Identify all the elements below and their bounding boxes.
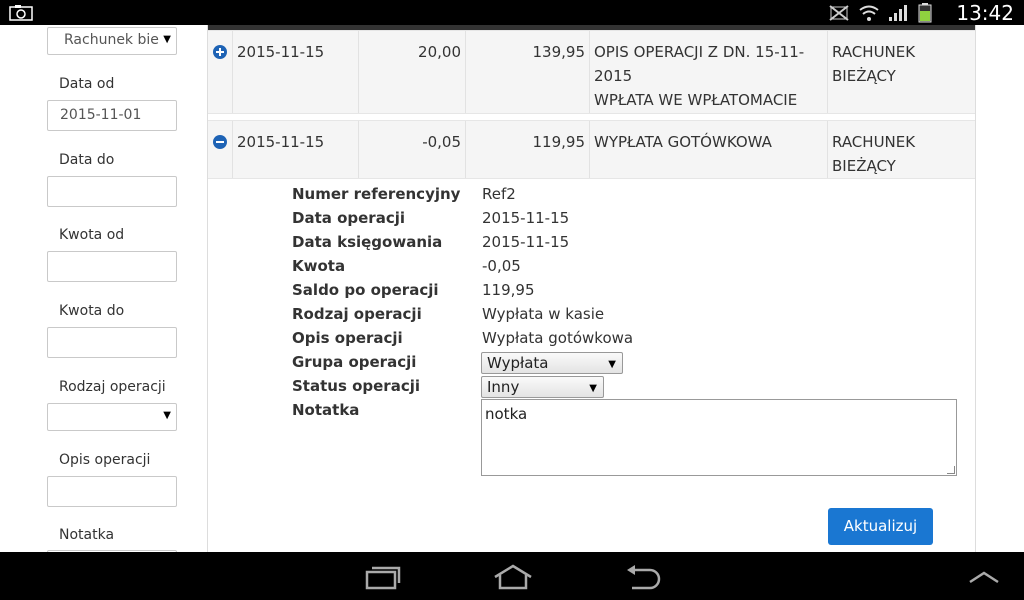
- amount-to-input[interactable]: [47, 327, 177, 358]
- date-to-input[interactable]: [47, 176, 177, 207]
- type-value: Wypłata w kasie: [482, 305, 605, 323]
- row-description-line: WPŁATA WE WPŁATOMACIE: [594, 91, 798, 109]
- date-from-label: Data od: [59, 76, 115, 92]
- navigation-bar: [0, 552, 1024, 600]
- row-balance: 139,95: [466, 31, 590, 113]
- signal-bars-icon: [889, 5, 907, 21]
- dropdown-arrow-icon: ▼: [163, 410, 171, 421]
- account-select[interactable]: Rachunek bie ▼: [47, 27, 177, 55]
- account-select-value: Rachunek bie: [64, 32, 159, 48]
- collapse-minus-icon[interactable]: [213, 135, 227, 149]
- recent-apps-icon[interactable]: [364, 564, 402, 590]
- amount-from-label: Kwota od: [59, 227, 125, 243]
- filter-panel: Rachunek bie ▼ Data od 2015-11-01 Data d…: [0, 25, 208, 552]
- amount-label: Kwota: [292, 257, 346, 275]
- chevron-up-icon[interactable]: [968, 570, 1000, 584]
- operation-desc-label: Opis operacji: [59, 452, 151, 468]
- row-description: OPIS OPERACJI Z DN. 15-11- 2015 WPŁATA W…: [590, 31, 828, 113]
- dropdown-arrow-icon: ▼: [589, 383, 597, 394]
- desc-label: Opis operacji: [292, 329, 403, 347]
- operation-type-select[interactable]: ▼: [47, 403, 177, 431]
- operation-desc-input[interactable]: [47, 476, 177, 507]
- row-account-line: RACHUNEK: [832, 133, 916, 151]
- row-balance: 119,95: [466, 121, 590, 178]
- op-date-value: 2015-11-15: [482, 209, 570, 227]
- ref-label: Numer referencyjny: [292, 185, 461, 203]
- date-to-label: Data do: [59, 152, 115, 168]
- type-label: Rodzaj operacji: [292, 305, 422, 323]
- resize-grip-icon[interactable]: [947, 466, 955, 474]
- amount-value: -0,05: [482, 257, 521, 275]
- row-account: RACHUNEK BIEŻĄCY: [828, 31, 975, 113]
- balance-value: 119,95: [482, 281, 535, 299]
- back-icon[interactable]: [624, 564, 662, 590]
- row-account: RACHUNEK BIEŻĄCY: [828, 121, 975, 178]
- status-label: Status operacji: [292, 377, 421, 395]
- clock: 13:42: [956, 1, 1014, 25]
- row-date: 2015-11-15: [233, 121, 359, 178]
- screenshot-icon: [9, 5, 33, 21]
- row-account-line: RACHUNEK: [832, 43, 916, 61]
- group-select-value: Wypłata: [487, 354, 549, 372]
- row-description-line: 2015: [594, 67, 633, 85]
- update-button[interactable]: Aktualizuj: [828, 508, 933, 545]
- expand-cell[interactable]: [208, 31, 233, 113]
- row-account-line: BIEŻĄCY: [832, 157, 896, 175]
- row-account-line: BIEŻĄCY: [832, 67, 896, 85]
- wifi-icon: [859, 5, 879, 21]
- row-amount: 20,00: [359, 31, 466, 113]
- amount-to-label: Kwota do: [59, 303, 125, 319]
- note-text: notka: [485, 405, 528, 423]
- row-description-line: OPIS OPERACJI Z DN. 15-11-: [594, 43, 805, 61]
- balance-label: Saldo po operacji: [292, 281, 439, 299]
- collapse-cell[interactable]: [208, 121, 233, 178]
- row-amount: -0,05: [359, 121, 466, 178]
- note-textarea[interactable]: notka: [481, 399, 957, 476]
- dropdown-arrow-icon: ▼: [608, 359, 616, 370]
- dropdown-arrow-icon: ▼: [163, 34, 171, 45]
- book-date-label: Data księgowania: [292, 233, 443, 251]
- group-select[interactable]: Wypłata ▼: [481, 352, 623, 374]
- table-row[interactable]: 2015-11-15 -0,05 119,95 WYPŁATA GOTÓWKOW…: [208, 120, 975, 179]
- table-row[interactable]: 2015-11-15 20,00 139,95 OPIS OPERACJI Z …: [208, 30, 975, 114]
- op-date-label: Data operacji: [292, 209, 405, 227]
- operation-detail-panel: Numer referencyjny Ref2 Data operacji 20…: [208, 179, 975, 552]
- date-from-input[interactable]: 2015-11-01: [47, 100, 177, 131]
- note-label: Notatka: [292, 401, 360, 419]
- book-date-value: 2015-11-15: [482, 233, 570, 251]
- ref-value: Ref2: [482, 185, 516, 203]
- row-description: WYPŁATA GOTÓWKOWA: [590, 121, 828, 178]
- row-date: 2015-11-15: [233, 31, 359, 113]
- expand-plus-icon[interactable]: [213, 45, 227, 59]
- operation-type-label: Rodzaj operacji: [59, 379, 166, 395]
- status-select[interactable]: Inny ▼: [481, 376, 604, 398]
- group-label: Grupa operacji: [292, 353, 417, 371]
- no-signal-icon: [829, 5, 849, 21]
- operations-table: 2015-11-15 20,00 139,95 OPIS OPERACJI Z …: [208, 25, 976, 552]
- note-label: Notatka: [59, 527, 115, 543]
- amount-from-input[interactable]: [47, 251, 177, 282]
- status-select-value: Inny: [487, 378, 520, 396]
- status-bar: 13:42: [0, 0, 1024, 25]
- battery-icon: [918, 3, 932, 23]
- home-icon[interactable]: [493, 564, 533, 590]
- desc-value: Wypłata gotówkowa: [482, 329, 634, 347]
